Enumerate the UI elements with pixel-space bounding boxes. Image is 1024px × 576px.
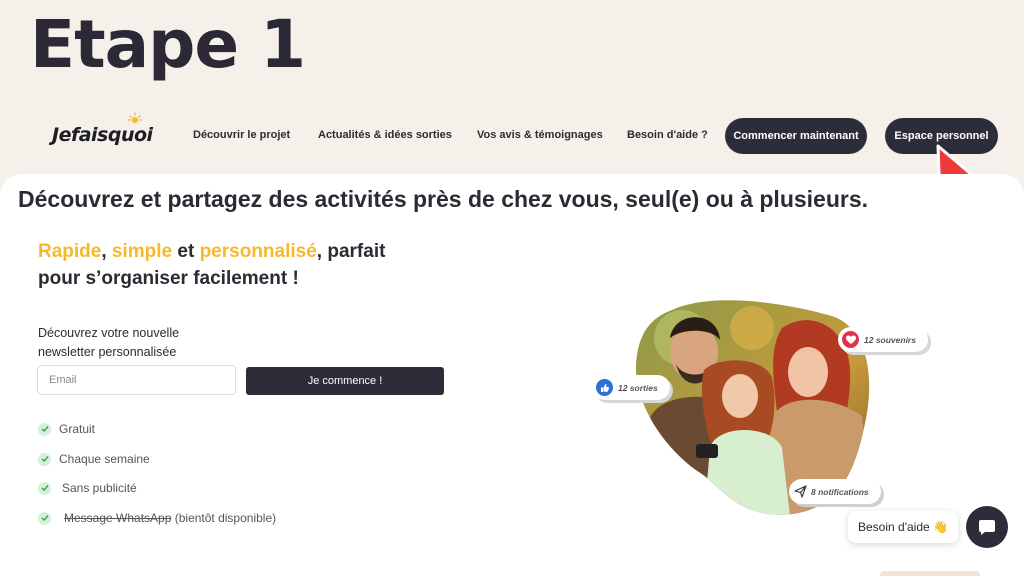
hero-subheadline: Rapide, simple et personnalisé, parfait …	[38, 241, 386, 289]
nav-link-aide[interactable]: Besoin d'aide ?	[627, 129, 708, 141]
check-icon	[38, 511, 51, 525]
nav-link-decouvrir[interactable]: Découvrir le projet	[193, 129, 290, 141]
subscribe-button[interactable]: Je commence !	[246, 367, 444, 395]
check-icon	[38, 452, 51, 466]
feature-item: Gratuit	[38, 422, 95, 436]
like-icon	[596, 379, 613, 396]
chat-icon	[979, 520, 995, 535]
nav-link-avis[interactable]: Vos avis & témoignages	[477, 129, 603, 141]
badge-souvenirs: 12 souvenirs	[838, 327, 928, 352]
step-title: Etape 1	[30, 6, 306, 83]
newsletter-label: Découvrez votre nouvelle newsletter pers…	[38, 326, 180, 359]
feature-item: Message WhatsApp (bientôt disponible)	[38, 511, 276, 525]
decorative-strip	[880, 571, 980, 576]
highlight-rapide: Rapide	[38, 241, 102, 262]
send-icon	[792, 483, 809, 500]
help-bubble[interactable]: Besoin d'aide 👋	[848, 511, 958, 543]
highlight-simple: simple	[111, 241, 173, 262]
feature-item: Sans publicité	[38, 481, 137, 495]
start-now-button[interactable]: Commencer maintenant	[725, 118, 867, 154]
chat-button[interactable]	[966, 506, 1008, 548]
badge-notifications: 8 notifications	[789, 479, 881, 504]
highlight-personnalise: personnalisé	[199, 241, 317, 262]
badge-sorties: 12 sorties	[592, 375, 670, 400]
check-icon	[38, 422, 51, 436]
heart-icon	[842, 331, 859, 348]
logo[interactable]: Jefaisquoi	[52, 124, 153, 146]
hero-headline: Découvrez et partagez des activités près…	[18, 186, 869, 212]
email-field[interactable]	[37, 365, 236, 395]
top-nav: Jefaisquoi Découvrir le projet Actualité…	[0, 112, 1024, 160]
feature-item: Chaque semaine	[38, 452, 150, 466]
sun-icon	[128, 112, 142, 123]
nav-link-actualites[interactable]: Actualités & idées sorties	[318, 129, 452, 141]
check-icon	[38, 481, 51, 495]
